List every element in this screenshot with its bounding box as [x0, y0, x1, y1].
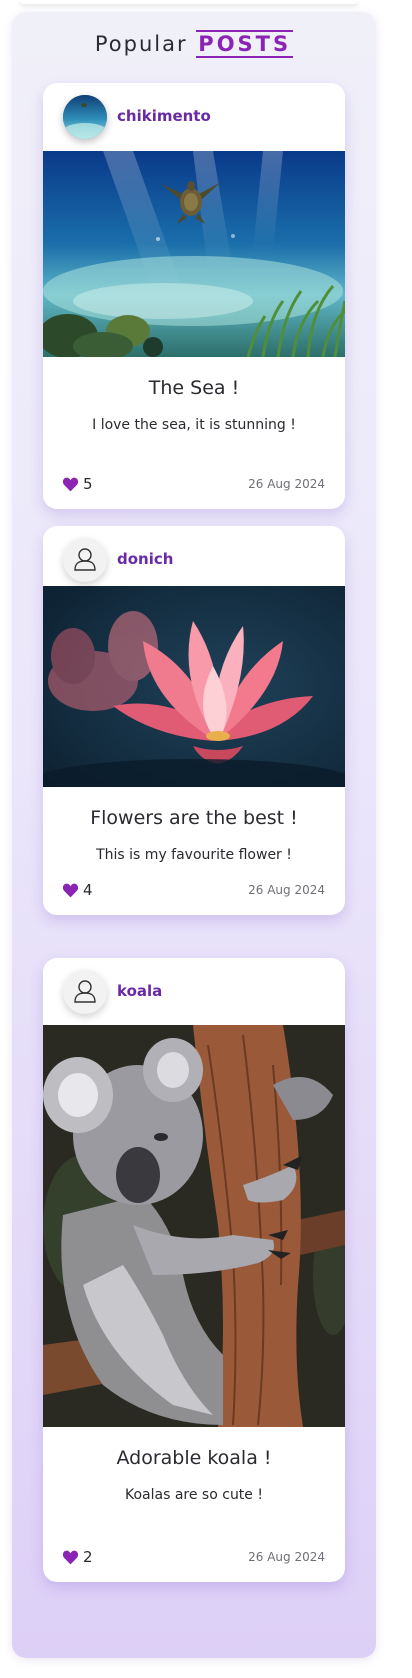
heart-icon	[62, 1550, 79, 1565]
post-title: The Sea !	[148, 377, 240, 399]
like-button[interactable]: 4	[62, 881, 93, 899]
popular-posts-panel: Popular POSTS chikimento The Sea ! I lov…	[12, 12, 376, 1658]
post-image-lotus-flower[interactable]	[43, 586, 345, 787]
post-header: donich	[43, 526, 345, 586]
post-footer: 4 26 Aug 2024	[43, 881, 345, 901]
likes-count: 4	[83, 881, 93, 899]
post-text: Koalas are so cute !	[125, 1487, 263, 1503]
user-icon	[74, 980, 96, 1003]
heart-icon	[62, 883, 79, 898]
user-avatar[interactable]	[63, 95, 107, 139]
post-text: I love the sea, it is stunning !	[92, 417, 296, 433]
section-title-accent: POSTS	[196, 30, 294, 58]
like-button[interactable]: 2	[62, 1548, 93, 1566]
previous-section-edge	[20, 0, 358, 4]
username[interactable]: donich	[117, 550, 173, 568]
heart-icon	[62, 477, 79, 492]
post-card[interactable]: koala Adorable koala ! Koalas are so cut…	[43, 958, 345, 1582]
post-image-koala[interactable]	[43, 1025, 345, 1427]
post-header: chikimento	[43, 83, 345, 151]
post-date: 26 Aug 2024	[248, 1550, 325, 1564]
post-card[interactable]: donich Flowers are the best ! This is my…	[43, 526, 345, 915]
post-image-sea-turtle[interactable]	[43, 151, 345, 357]
user-avatar[interactable]	[63, 970, 107, 1014]
post-title: Adorable koala !	[116, 1447, 272, 1469]
post-header: koala	[43, 958, 345, 1025]
post-card[interactable]: chikimento The Sea ! I love the sea, it …	[43, 83, 345, 509]
username[interactable]: chikimento	[117, 107, 211, 125]
avatar-sea-image	[63, 95, 107, 139]
likes-count: 5	[83, 475, 93, 493]
post-footer: 5 26 Aug 2024	[43, 475, 345, 495]
user-avatar[interactable]	[63, 538, 107, 582]
post-date: 26 Aug 2024	[248, 477, 325, 491]
post-text: This is my favourite flower !	[96, 847, 292, 863]
post-date: 26 Aug 2024	[248, 883, 325, 897]
likes-count: 2	[83, 1548, 93, 1566]
username[interactable]: koala	[117, 982, 162, 1000]
like-button[interactable]: 5	[62, 475, 93, 493]
section-title-prefix: Popular	[94, 32, 188, 56]
post-footer: 2 26 Aug 2024	[43, 1548, 345, 1568]
post-title: Flowers are the best !	[90, 807, 298, 829]
section-title: Popular POSTS	[12, 30, 376, 58]
user-icon	[74, 548, 96, 571]
